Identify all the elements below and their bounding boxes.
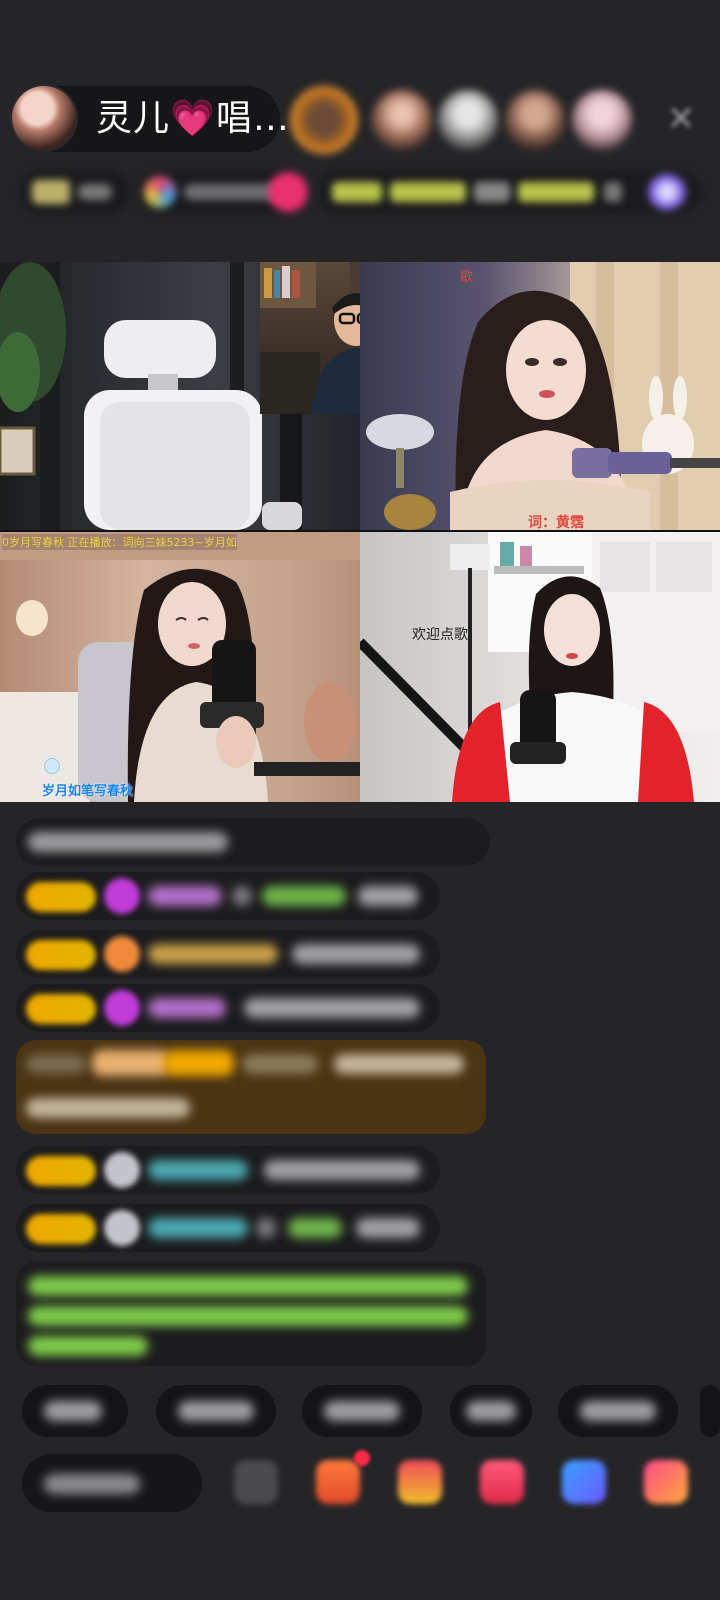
chat-message[interactable] [16,872,440,920]
chat-announcement [16,1262,486,1366]
comment-input[interactable] [22,1454,202,1512]
viewer-avatar[interactable] [372,90,432,150]
gift-box-icon[interactable] [316,1460,360,1504]
room-tags-row [20,170,702,216]
notification-dot-icon [354,1450,370,1466]
event-tags[interactable] [318,170,702,214]
chat-highlight-message[interactable] [16,1040,486,1134]
host-avatar[interactable] [12,86,76,150]
chat-system-message [16,818,490,866]
chat-message[interactable] [16,1204,440,1252]
quick-chip[interactable] [700,1385,720,1437]
rank-tag[interactable] [20,170,130,214]
quick-chip[interactable] [302,1385,422,1437]
bubble-icon [44,758,60,774]
red-packet-icon[interactable] [480,1460,524,1504]
song-title-label: 岁月如笔写春秋 [42,784,134,799]
close-icon[interactable]: ✕ [664,102,698,136]
gift-pink-icon[interactable] [268,172,308,212]
chat-message[interactable] [16,984,440,1032]
more-gifts-icon[interactable] [644,1460,688,1504]
request-song-label: 欢迎点歌 [412,627,468,643]
quick-chip[interactable] [558,1385,678,1437]
viewer-avatar[interactable] [505,90,565,150]
viewer-avatar[interactable] [572,90,632,150]
viewer-avatar[interactable] [438,90,498,150]
multi-guest-video-grid: 词：黄霑 歌 0岁月写春秋 正在播放：词向三妹5233~岁月如 岁月如笔写春秋 … [0,262,720,802]
now-playing-marquee: 0岁月写春秋 正在播放：词向三妹5233~岁月如 [2,534,237,550]
video-cell-singer-right[interactable]: 词：黄霑 歌 [360,262,720,530]
quick-chip[interactable] [450,1385,532,1437]
quick-chip[interactable] [156,1385,276,1437]
video-cell-singer-left[interactable]: 0岁月写春秋 正在播放：词向三妹5233~岁月如 岁月如笔写春秋 [0,532,360,802]
game-icon[interactable] [562,1460,606,1504]
quick-chip[interactable] [22,1385,128,1437]
top-viewer-avatar[interactable] [290,86,358,154]
video-cell-singer-red[interactable]: 欢迎点歌 [360,532,720,802]
corner-song-label: 歌 [460,270,474,285]
host-name: 灵儿💗唱… [96,98,290,139]
lyric-credit-label: 词：黄霑 [528,515,584,530]
chat-message[interactable] [16,1146,440,1194]
treasure-icon[interactable] [398,1460,442,1504]
chat-message[interactable] [16,930,440,978]
emoji-icon[interactable] [234,1460,278,1504]
